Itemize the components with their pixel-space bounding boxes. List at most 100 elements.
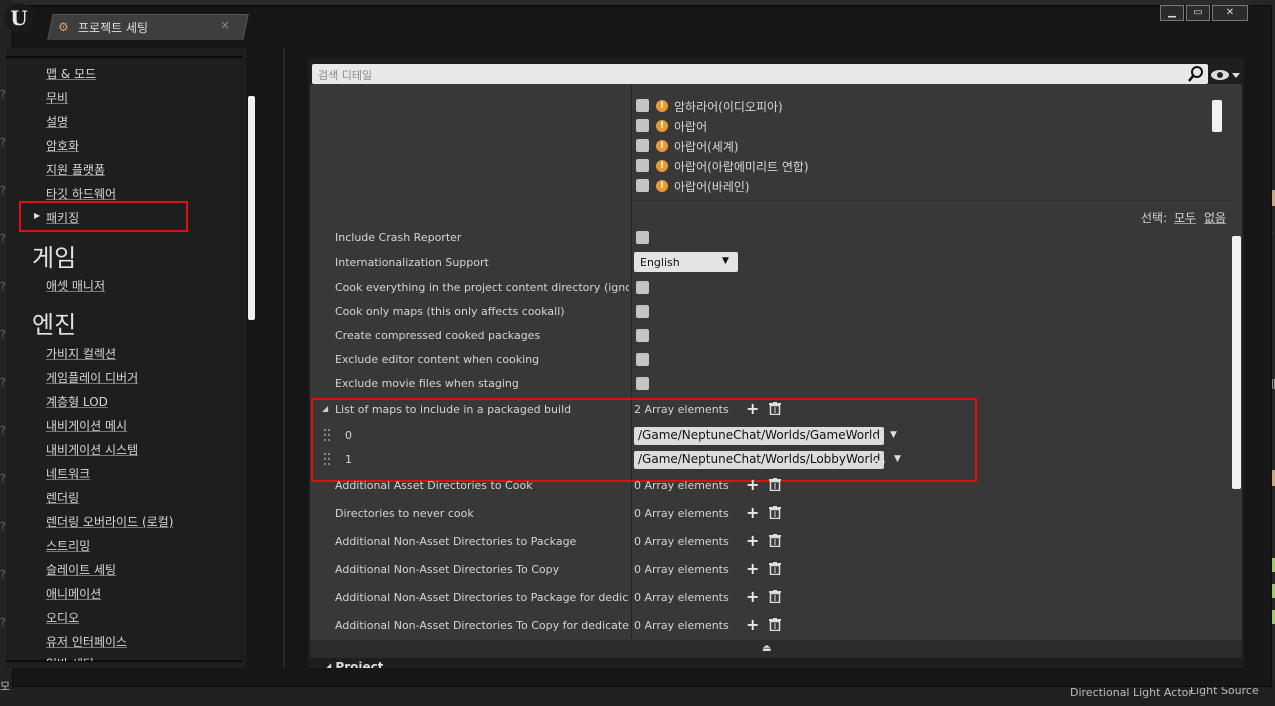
property-label: Cook only maps (this only affects cookal…: [335, 305, 565, 318]
add-element-icon[interactable]: +: [746, 505, 759, 521]
property-label: Additional Non-Asset Directories To Copy…: [335, 619, 629, 632]
nav-item-animation[interactable]: 애니메이션: [46, 585, 101, 602]
unreal-logo: U: [4, 3, 34, 33]
settings-nav: [6, 48, 246, 668]
tab-close-icon[interactable]: ×: [220, 18, 230, 32]
search-placeholder: 검색 디테일: [318, 69, 373, 82]
exclude-editor-content-checkbox[interactable]: [636, 353, 649, 366]
nav-item-gameplay-debugger[interactable]: 게임플레이 디버거: [46, 369, 138, 386]
collapse-up-icon[interactable]: ⏏: [762, 643, 771, 654]
category-header-project[interactable]: ◢ Project: [322, 660, 383, 668]
property-label: Additional Non-Asset Directories to Pack…: [335, 591, 629, 604]
maximize-button[interactable]: ▭: [1186, 5, 1210, 21]
property-label: Cook everything in the project content d…: [335, 281, 629, 294]
nav-heading-game: 게임: [32, 244, 77, 272]
array-count: 0 Array elements: [634, 563, 729, 576]
select-all-link[interactable]: 모두: [1174, 209, 1196, 226]
language-label: 아랍어: [674, 120, 708, 134]
array-count: 0 Array elements: [634, 619, 729, 632]
nav-item-navigation-system[interactable]: 내비게이션 시스템: [46, 441, 138, 458]
trash-icon[interactable]: [769, 562, 781, 575]
property-label: Exclude editor content when cooking: [335, 353, 540, 366]
divider: [6, 660, 242, 662]
language-checkbox[interactable]: [636, 139, 649, 152]
selection-label: 선택:: [1141, 211, 1168, 225]
splitter[interactable]: [283, 48, 285, 668]
category-collapse-bar[interactable]: [310, 640, 1242, 658]
language-checkbox[interactable]: [636, 179, 649, 192]
property-label: Additional Non-Asset Directories To Copy: [335, 563, 560, 576]
include-crash-reporter-checkbox[interactable]: [636, 231, 649, 244]
trash-icon[interactable]: [769, 478, 781, 491]
divider: [6, 56, 242, 58]
property-label: Create compressed cooked packages: [335, 329, 541, 342]
chevron-down-icon: ▼: [722, 256, 729, 266]
search-icon[interactable]: [1186, 64, 1206, 84]
nav-item-description[interactable]: 설명: [46, 113, 68, 130]
property-label: Additional Asset Directories to Cook: [335, 479, 533, 492]
compressed-packages-checkbox[interactable]: [636, 329, 649, 342]
settings-icon: ⚙: [58, 20, 69, 34]
close-button[interactable]: ✕: [1212, 5, 1248, 21]
eye-icon[interactable]: [1210, 68, 1240, 82]
nav-heading-engine: 엔진: [32, 311, 77, 339]
warning-icon: !: [656, 160, 668, 172]
language-checkbox[interactable]: [636, 159, 649, 172]
minimize-button[interactable]: ▁: [1160, 5, 1184, 21]
array-count: 0 Array elements: [634, 591, 729, 604]
trash-icon[interactable]: [769, 618, 781, 631]
add-element-icon[interactable]: +: [746, 533, 759, 549]
column-splitter[interactable]: [631, 84, 632, 639]
highlight-box: [19, 201, 188, 232]
property-label: Additional Non-Asset Directories to Pack…: [335, 535, 577, 548]
tab-label: 프로젝트 세팅: [78, 21, 149, 35]
nav-item-navmesh[interactable]: 내비게이션 메시: [46, 417, 127, 434]
language-checkbox[interactable]: [636, 119, 649, 132]
nav-item-maps-modes[interactable]: 맵 & 모드: [46, 65, 96, 82]
nav-item-movies[interactable]: 무비: [46, 89, 68, 106]
nav-item-asset-manager[interactable]: 애셋 매니저: [46, 277, 105, 294]
nav-item-garbage-collection[interactable]: 가비지 컬렉션: [46, 345, 116, 362]
cook-everything-checkbox[interactable]: [636, 281, 649, 294]
language-label: 아랍어(바레인): [674, 180, 750, 194]
nav-item-network[interactable]: 네트워크: [46, 465, 90, 482]
trash-icon[interactable]: [769, 590, 781, 603]
nav-item-user-interface[interactable]: 유저 인터페이스: [46, 633, 127, 650]
warning-icon: !: [656, 100, 668, 112]
highlight-box: [311, 398, 977, 482]
select-none-link[interactable]: 없음: [1204, 209, 1226, 226]
nav-scrollbar[interactable]: [248, 96, 255, 320]
language-label: 암하라어(이디오피아): [674, 100, 783, 114]
trash-icon[interactable]: [769, 506, 781, 519]
warning-icon: !: [656, 180, 668, 192]
array-count: 0 Array elements: [634, 507, 729, 520]
details-scrollbar[interactable]: [1232, 236, 1241, 489]
nav-item-audio[interactable]: 오디오: [46, 609, 79, 626]
nav-item-streaming[interactable]: 스트리밍: [46, 537, 90, 554]
language-label: 아랍어(세계): [674, 140, 739, 154]
dropdown-value: English: [640, 256, 680, 269]
add-element-icon[interactable]: +: [746, 617, 759, 633]
search-input[interactable]: [312, 64, 1208, 84]
nav-item-general-settings[interactable]: 일반 세팅: [46, 655, 94, 661]
language-list-scrollbar[interactable]: [1212, 100, 1222, 132]
add-element-icon[interactable]: +: [746, 589, 759, 605]
trash-icon[interactable]: [769, 534, 781, 547]
exclude-movie-files-checkbox[interactable]: [636, 377, 649, 390]
cook-only-maps-checkbox[interactable]: [636, 305, 649, 318]
nav-item-rendering[interactable]: 렌더링: [46, 489, 79, 506]
add-element-icon[interactable]: +: [746, 477, 759, 493]
add-element-icon[interactable]: +: [746, 561, 759, 577]
property-label: Include Crash Reporter: [335, 231, 462, 244]
language-checkbox[interactable]: [636, 99, 649, 112]
nav-item-slate-settings[interactable]: 슬레이트 세팅: [46, 561, 116, 578]
nav-item-target-hardware[interactable]: 타깃 하드웨어: [46, 185, 116, 202]
divider: [632, 200, 1232, 201]
nav-item-supported-platforms[interactable]: 지원 플랫폼: [46, 161, 105, 178]
nav-item-encryption[interactable]: 암호화: [46, 137, 79, 154]
warning-icon: !: [656, 120, 668, 132]
nav-item-rendering-overrides[interactable]: 렌더링 오버라이드 (로컬): [46, 513, 173, 530]
warning-icon: !: [656, 140, 668, 152]
nav-item-hlod[interactable]: 계층형 LOD: [46, 393, 108, 410]
property-label: Directories to never cook: [335, 507, 474, 520]
